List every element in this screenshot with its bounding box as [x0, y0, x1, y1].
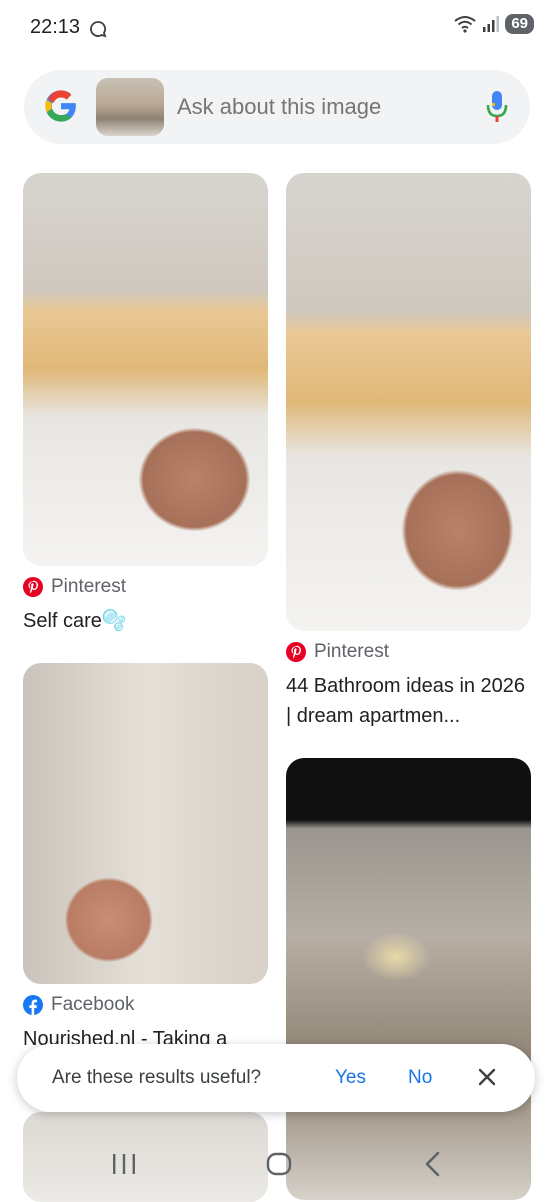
search-bar[interactable] — [24, 70, 530, 144]
result-source-label: Pinterest — [51, 576, 126, 597]
result-source[interactable]: Pinterest — [286, 641, 389, 663]
search-input[interactable] — [177, 94, 477, 120]
result-source[interactable]: Facebook — [23, 994, 134, 1016]
query-image-thumbnail[interactable] — [96, 78, 164, 136]
result-title[interactable]: Self care🫧 — [23, 606, 268, 636]
result-source-label: Pinterest — [314, 641, 389, 662]
navigation-bar — [0, 1128, 554, 1200]
feedback-question: Are these results useful? — [52, 1067, 262, 1088]
close-icon[interactable] — [476, 1066, 498, 1088]
facebook-icon — [23, 995, 43, 1015]
google-logo-icon — [45, 90, 76, 122]
result-image[interactable] — [23, 173, 268, 566]
feedback-no-button[interactable]: No — [408, 1067, 432, 1089]
feedback-banner: Are these results useful? Yes No — [17, 1044, 535, 1112]
result-image[interactable] — [23, 663, 268, 984]
home-icon[interactable] — [266, 1152, 292, 1176]
battery-indicator: 69 — [505, 14, 534, 34]
pinterest-icon — [286, 642, 306, 662]
chat-bubble-icon — [90, 21, 107, 38]
result-image[interactable] — [286, 173, 531, 631]
signal-icon — [483, 16, 500, 32]
result-title[interactable]: 44 Bathroom ideas in 2026 | dream apartm… — [286, 671, 531, 731]
result-source[interactable]: Pinterest — [23, 576, 126, 598]
status-bar: 22:13 69 — [0, 0, 554, 58]
back-icon[interactable] — [422, 1150, 442, 1178]
result-source-label: Facebook — [51, 994, 135, 1015]
pinterest-icon — [23, 577, 43, 597]
feedback-yes-button[interactable]: Yes — [335, 1067, 366, 1089]
microphone-icon[interactable] — [486, 90, 508, 124]
recent-apps-icon[interactable] — [110, 1152, 138, 1176]
status-time: 22:13 — [30, 16, 81, 38]
wifi-icon — [454, 16, 476, 33]
